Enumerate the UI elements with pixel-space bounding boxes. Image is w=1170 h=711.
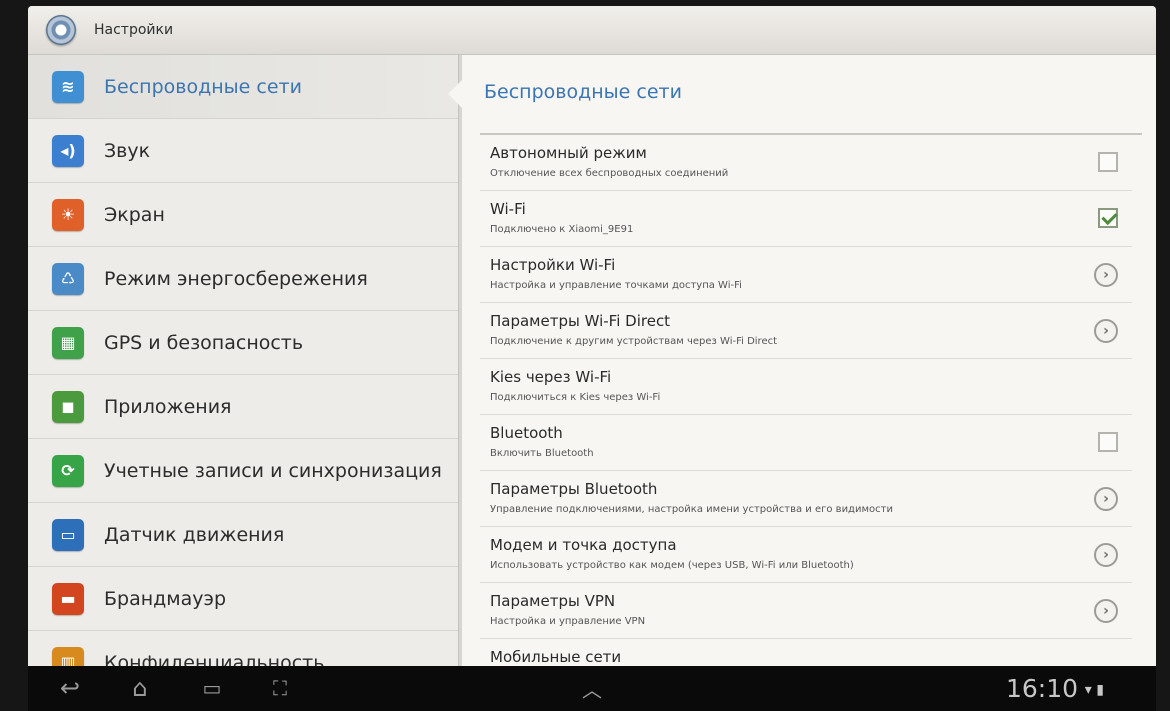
setting-subtitle: Подключение к другим устройствам через W… — [490, 336, 778, 347]
settings-row[interactable]: Модем и точка доступа Использовать устрой… — [480, 527, 1132, 583]
settings-row[interactable]: Kies через Wi-Fi Подключиться к Kies чере… — [480, 359, 1132, 415]
title-bar: Настройки — [28, 6, 1156, 55]
setting-title: Wi-Fi — [490, 200, 526, 218]
setting-title: Параметры VPN — [490, 592, 616, 610]
detail-panel: Беспроводные сети Автономный режим Отключ… — [462, 55, 1156, 666]
setting-subtitle: Подключиться к Kies через Wi-Fi — [490, 392, 661, 403]
setting-title: Kies через Wi-Fi — [490, 368, 612, 386]
category-label: Конфиденциальность — [104, 651, 325, 667]
recent-apps-icon[interactable]: ▭ — [194, 674, 230, 702]
speaker-icon: ◂) — [52, 134, 84, 167]
setting-title: Параметры Wi-Fi Direct — [490, 312, 671, 330]
back-icon[interactable]: ↩ — [52, 674, 88, 702]
category-label: GPS и безопасность — [104, 331, 304, 354]
settings-list: Автономный режим Отключение всех беспрово… — [480, 135, 1132, 666]
setting-title: Параметры Bluetooth — [490, 480, 658, 498]
category-item[interactable]: ◼ Приложения — [28, 375, 458, 439]
motion-tablet-icon: ▭ — [52, 518, 84, 551]
category-label: Приложения — [104, 395, 232, 418]
setting-subtitle: Использовать устройство как модем (через… — [490, 560, 854, 571]
category-item[interactable]: ⟳ Учетные записи и синхронизация — [28, 439, 458, 503]
settings-row[interactable]: Настройки Wi-Fi Настройка и управление то… — [480, 247, 1132, 303]
setting-subtitle: Управление подключениями, настройка имен… — [490, 504, 893, 515]
category-item[interactable]: ▥ Конфиденциальность — [28, 631, 458, 666]
category-label: Экран — [104, 203, 165, 226]
home-icon[interactable]: ⌂ — [120, 674, 160, 702]
chevron-right-icon[interactable]: › — [1094, 599, 1118, 623]
settings-screen: Настройки ≋ Беспроводные сети ◂) Звук ☀ Экран… — [28, 6, 1156, 666]
grid-icon: ▦ — [52, 326, 84, 359]
app-title: Настройки — [94, 22, 174, 38]
category-label: Звук — [104, 139, 151, 162]
chevron-right-icon[interactable]: › — [1094, 319, 1118, 343]
settings-gear-icon[interactable] — [46, 15, 76, 45]
setting-title: Bluetooth — [490, 424, 563, 442]
clock: 16:10 — [1005, 674, 1078, 703]
battery-recycle-icon: ♺ — [52, 262, 84, 295]
settings-row[interactable]: Параметры VPN Настройка и управление VPN › — [480, 583, 1132, 639]
chevron-right-icon[interactable]: › — [1094, 487, 1118, 511]
sync-icon: ⟳ — [52, 454, 84, 487]
settings-row[interactable]: Автономный режим Отключение всех беспрово… — [480, 135, 1132, 191]
brightness-icon: ☀ — [52, 198, 84, 231]
category-item[interactable]: ◂) Звук — [28, 119, 458, 183]
menu-up-icon[interactable]: ︿ — [574, 674, 610, 702]
setting-subtitle: Подключено к Xiaomi_9E91 — [490, 224, 634, 235]
checkbox-checked[interactable] — [1098, 208, 1118, 228]
chevron-right-icon[interactable]: › — [1094, 543, 1118, 567]
screenshot-icon[interactable]: ⛶ — [262, 674, 298, 702]
checkbox[interactable] — [1098, 152, 1118, 172]
checkbox[interactable] — [1098, 432, 1118, 452]
category-item[interactable]: ▬ Брандмауэр — [28, 567, 458, 631]
category-item[interactable]: ▦ GPS и безопасность — [28, 311, 458, 375]
settings-row[interactable]: Wi-Fi Подключено к Xiaomi_9E91 — [480, 191, 1132, 247]
setting-title: Настройки Wi-Fi — [490, 256, 616, 274]
settings-row[interactable]: Параметры Bluetooth Управление подключени… — [480, 471, 1132, 527]
setting-title: Мобильные сети — [490, 648, 622, 666]
status-icons: ▾ ▮ — [1085, 682, 1104, 698]
setting-title: Автономный режим — [490, 144, 647, 162]
category-label: Учетные записи и синхронизация — [104, 459, 442, 482]
setting-subtitle: Настройка и управление точками доступа W… — [490, 280, 742, 291]
category-item[interactable]: ≋ Беспроводные сети — [28, 55, 458, 119]
panel-title: Беспроводные сети — [484, 81, 682, 103]
firewall-icon: ▬ — [52, 582, 84, 615]
category-label: Датчик движения — [104, 523, 285, 546]
privacy-icon: ▥ — [52, 646, 84, 666]
selection-pointer — [448, 80, 462, 108]
system-bar: ↩ ⌂ ▭ ⛶ ︿ 16:10 ▾ ▮ — [28, 666, 1156, 711]
settings-row[interactable]: Мобильные сети — [480, 639, 1132, 666]
apps-icon: ◼ — [52, 390, 84, 423]
category-label: Режим энергосбережения — [104, 267, 368, 290]
setting-title: Модем и точка доступа — [490, 536, 677, 554]
setting-subtitle: Отключение всех беспроводных соединений — [490, 168, 729, 179]
category-item[interactable]: ☀ Экран — [28, 183, 458, 247]
setting-subtitle: Настройка и управление VPN — [490, 616, 646, 627]
category-item[interactable]: ▭ Датчик движения — [28, 503, 458, 567]
wifi-icon: ≋ — [52, 70, 84, 103]
settings-row[interactable]: Параметры Wi-Fi Direct Подключение к друг… — [480, 303, 1132, 359]
battery-icon: ▮ — [1096, 682, 1104, 698]
settings-row[interactable]: Bluetooth Включить Bluetooth — [480, 415, 1132, 471]
category-item[interactable]: ♺ Режим энергосбережения — [28, 247, 458, 311]
setting-subtitle: Включить Bluetooth — [490, 448, 594, 459]
category-label: Брандмауэр — [104, 587, 227, 610]
category-label: Беспроводные сети — [104, 75, 302, 98]
chevron-right-icon[interactable]: › — [1094, 263, 1118, 287]
wifi-signal-icon: ▾ — [1084, 682, 1092, 698]
category-list: ≋ Беспроводные сети ◂) Звук ☀ Экран ♺ Режим эне… — [28, 55, 458, 666]
